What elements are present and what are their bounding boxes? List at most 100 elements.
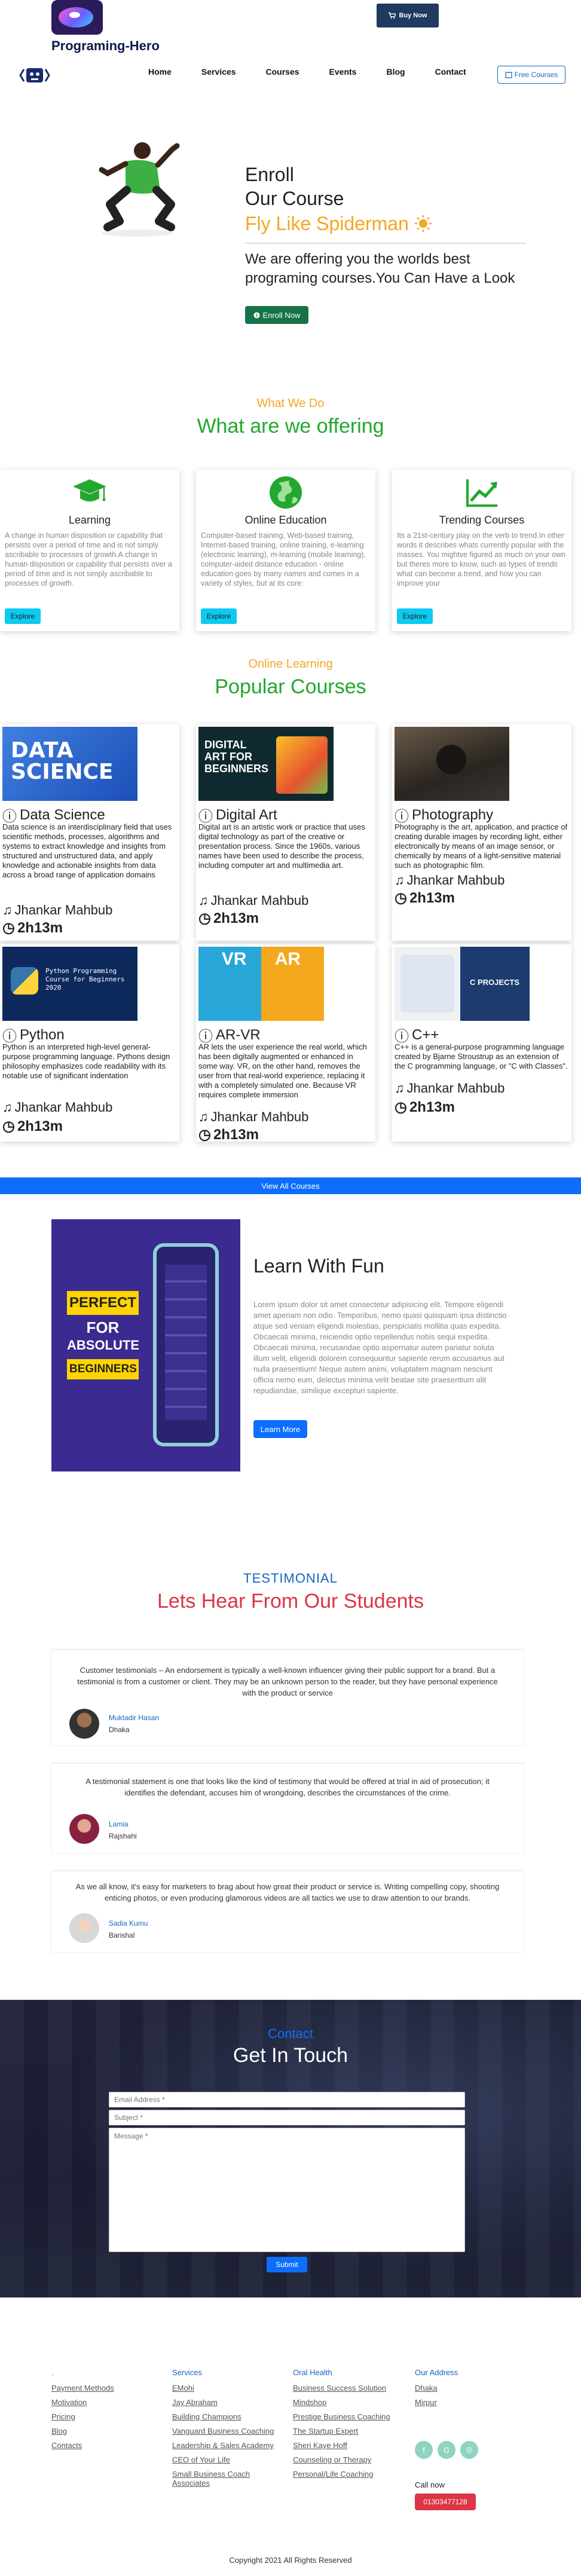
footer-link[interactable]: Mirpur [415,2398,528,2407]
clock-icon: ◷ [395,1099,407,1115]
testimonial-city: Dhaka [109,1726,130,1734]
google-plus-icon[interactable]: G [438,2441,455,2459]
email-field[interactable] [109,2092,465,2107]
offering-text: Computer-based training, Web-based train… [201,531,366,588]
free-courses-button[interactable]: Free Courses [497,66,565,84]
footer-link[interactable]: Leadership & Sales Academy [172,2441,286,2450]
contact-heading: Get In Touch [233,2044,348,2067]
course-image-label: DIGITAL ART FOR BEGINNERS [204,739,269,775]
testimonial-card: A testimonial statement is one that look… [51,1763,524,1853]
offering-card-learning: Learning A change in human disposition o… [0,470,179,631]
course-image [395,727,509,801]
course-card-cpp[interactable]: C PROJECTS ⓘ C++ C++ is a general-purpose… [392,944,571,1142]
footer-link[interactable]: The Startup Expert [293,2427,406,2436]
enroll-now-button[interactable]: Enroll Now [245,306,308,324]
facebook-icon[interactable]: f [415,2441,433,2459]
nav-events[interactable]: Events [329,67,357,77]
message-field[interactable] [109,2128,465,2252]
footer-link[interactable]: Vanguard Business Coaching [172,2427,286,2436]
footer-link[interactable]: EMohi [172,2384,286,2393]
testimonial-name: Lamia [109,1820,129,1828]
code-robot-icon[interactable] [19,63,50,87]
course-card-python[interactable]: Python Programming Course for Beginners … [0,944,179,1142]
brand-name: Programing-Hero [51,38,160,53]
footer-link[interactable]: Jay Abraham [172,2398,286,2407]
footer-link[interactable]: Payment Methods [51,2384,165,2393]
course-image: VR AR [198,947,324,1021]
explore-button[interactable]: Explore [397,608,433,624]
graduation-cap-icon [73,479,106,501]
user-icon: ♫ [2,1100,13,1115]
course-card-digital-art[interactable]: DIGITAL ART FOR BEGINNERS ⓘ Digital Art D… [196,724,375,941]
footer-link[interactable]: Small Business Coach Associates [172,2470,262,2488]
learn-more-button[interactable]: Learn More [253,1420,307,1438]
footer-link[interactable]: Mindshop [293,2398,406,2407]
footer-link[interactable]: Business Success Solution [293,2384,406,2393]
python-logo-icon [11,967,38,995]
course-image: C PROJECTS [395,947,530,1021]
offering-text: Its a 21st-century play on the verb to t… [397,531,566,588]
learn-text: Lorem ipsum dolor sit amet consectetur a… [253,1300,507,1395]
footer-link[interactable]: Contacts [51,2441,165,2450]
footer-heading: . [51,2368,54,2377]
course-description: Digital art is an artistic work or pract… [198,822,365,870]
subject-field[interactable] [109,2110,465,2125]
footer-link[interactable]: Motivation [51,2398,165,2407]
user-icon: ♫ [198,1109,209,1124]
brand-logo[interactable] [51,0,103,35]
footer-link[interactable]: Sheri Kaye Hoff [293,2441,406,2450]
footer-link[interactable]: CEO of Your Life [172,2455,286,2464]
course-card-ar-vr[interactable]: VR AR ⓘ AR-VR AR lets the user experience… [196,944,375,1143]
course-title-text: Photography [412,806,494,823]
footer-link[interactable]: Counseling or Therapy [293,2455,406,2464]
testimonial-name: Muktadir Hasan [109,1714,160,1722]
free-courses-label: Free Courses [514,71,558,79]
course-image-camera [436,745,466,775]
offering-card-trending-courses: Trending Courses Its a 21st-century play… [392,470,571,631]
clock-icon: ◷ [198,910,211,926]
footer-link[interactable]: Blog [51,2427,165,2436]
course-image-art [276,736,328,794]
avatar [69,1709,99,1739]
course-card-photography[interactable]: ⓘ Photography Photography is the art, app… [392,724,571,941]
nav-home[interactable]: Home [148,67,172,77]
explore-button[interactable]: Explore [201,608,237,624]
nav-contact[interactable]: Contact [435,67,466,77]
testimonial-heading: Lets Hear From Our Students [157,1590,424,1613]
course-title-text: C++ [412,1026,439,1043]
buy-now-label: Buy Now [399,12,427,19]
logo-eye-icon [69,12,80,18]
poster-line: ABSOLUTE [67,1338,139,1353]
course-description: Data science is an interdisciplinary fie… [2,822,172,879]
offering-title: Online Education [244,514,327,526]
footer-link[interactable]: Prestige Business Coaching [293,2412,406,2421]
nav-courses[interactable]: Courses [266,67,299,77]
nav-services[interactable]: Services [201,67,236,77]
main-nav: Home Services Courses Events Blog Contac… [148,67,466,77]
hero-line-1: Enroll [245,164,294,185]
course-image-label: Python Programming Course for Beginners … [45,967,125,992]
phone-button[interactable]: 01303477128 [415,2494,476,2510]
buy-now-button[interactable]: Buy Now [377,4,439,27]
view-all-courses-button[interactable]: View All Courses [0,1177,581,1194]
user-icon: ♫ [395,873,405,888]
instagram-icon[interactable]: ◎ [460,2441,478,2459]
offering-text: A change in human disposition or capabil… [5,531,173,588]
course-image: DIGITAL ART FOR BEGINNERS [198,727,334,801]
course-duration: ◷ 2h13m [2,1118,63,1135]
submit-button[interactable]: Submit [267,2257,307,2272]
header: Programing-Hero Buy Now [0,0,581,66]
hero-text: Enroll Our Course Fly Like Spiderman We … [245,163,526,288]
course-card-data-science[interactable]: DATA SCIENCE ⓘ Data Science Data science … [0,724,179,941]
testimonial-card: Customer testimonials – An endorsement i… [51,1650,524,1745]
footer-link[interactable]: Building Champions [172,2412,286,2421]
footer-link[interactable]: Personal/Life Coaching [293,2470,406,2479]
footer-link[interactable]: Dhaka [415,2384,528,2393]
nav-blog[interactable]: Blog [386,67,405,77]
course-image: DATA SCIENCE [2,727,137,801]
explore-button[interactable]: Explore [5,608,41,624]
offering-kicker: What We Do [256,397,325,410]
course-title-text: AR-VR [216,1026,261,1043]
sun-icon [414,215,432,232]
footer-link[interactable]: Pricing [51,2412,165,2421]
